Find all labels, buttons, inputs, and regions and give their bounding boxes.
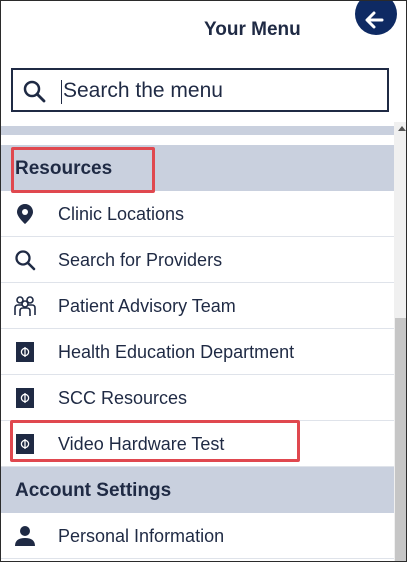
menu-item-label: Personal Information xyxy=(58,526,225,546)
menu-item-label: Video Hardware Test xyxy=(58,434,225,454)
map-pin-icon xyxy=(17,204,33,224)
menu-item-label: Search for Providers xyxy=(58,250,223,270)
text-cursor xyxy=(61,80,62,104)
scroll-up-arrow-icon[interactable] xyxy=(398,126,406,131)
menu-item-label: Clinic Locations xyxy=(58,204,185,224)
section-title: Account Settings xyxy=(15,480,172,501)
section-header-resources: Resources xyxy=(1,145,394,191)
scrollbar[interactable] xyxy=(394,122,406,561)
menu-item-scc-resources[interactable]: SCC Resources xyxy=(1,375,394,421)
document-icon xyxy=(16,388,34,408)
menu-title: Your Menu xyxy=(204,19,301,40)
menu-item-clinic-locations[interactable]: Clinic Locations xyxy=(1,191,394,237)
people-group-icon xyxy=(14,296,36,316)
section-title: Resources xyxy=(15,158,113,179)
document-icon xyxy=(16,342,34,362)
back-button[interactable] xyxy=(355,1,397,35)
menu-list: Resources Clinic Locations Search for Pr… xyxy=(1,122,406,561)
menu-panel: Your Menu Resources Clinic Locations xyxy=(0,0,407,562)
menu-item-patient-advisory-team[interactable]: Patient Advisory Team xyxy=(1,283,394,329)
menu-item-label: SCC Resources xyxy=(58,388,188,408)
menu-item-search-providers[interactable]: Search for Providers xyxy=(1,237,394,283)
scrolled-item-edge xyxy=(1,126,394,135)
search-icon xyxy=(15,250,36,271)
menu-item-personal-information[interactable]: Personal Information xyxy=(1,513,394,559)
menu-item-health-education-department[interactable]: Health Education Department xyxy=(1,329,394,375)
user-icon xyxy=(15,526,35,546)
search-input[interactable] xyxy=(63,76,373,106)
arrow-left-icon xyxy=(365,11,384,29)
document-icon xyxy=(16,434,34,454)
scrollbar-thumb[interactable] xyxy=(395,318,406,561)
menu-header: Your Menu xyxy=(1,1,406,61)
search-icon xyxy=(23,80,46,103)
section-header-account-settings: Account Settings xyxy=(1,467,394,513)
search-box[interactable] xyxy=(11,68,389,112)
menu-item-video-hardware-test[interactable]: Video Hardware Test xyxy=(1,421,394,467)
menu-item-label: Health Education Department xyxy=(58,342,295,362)
menu-item-label: Patient Advisory Team xyxy=(58,296,236,316)
